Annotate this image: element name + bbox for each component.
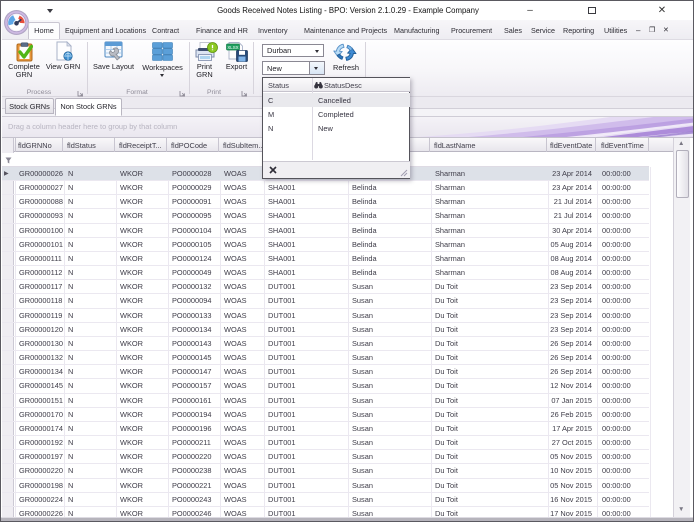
svg-text:XLSX: XLSX	[227, 45, 238, 50]
